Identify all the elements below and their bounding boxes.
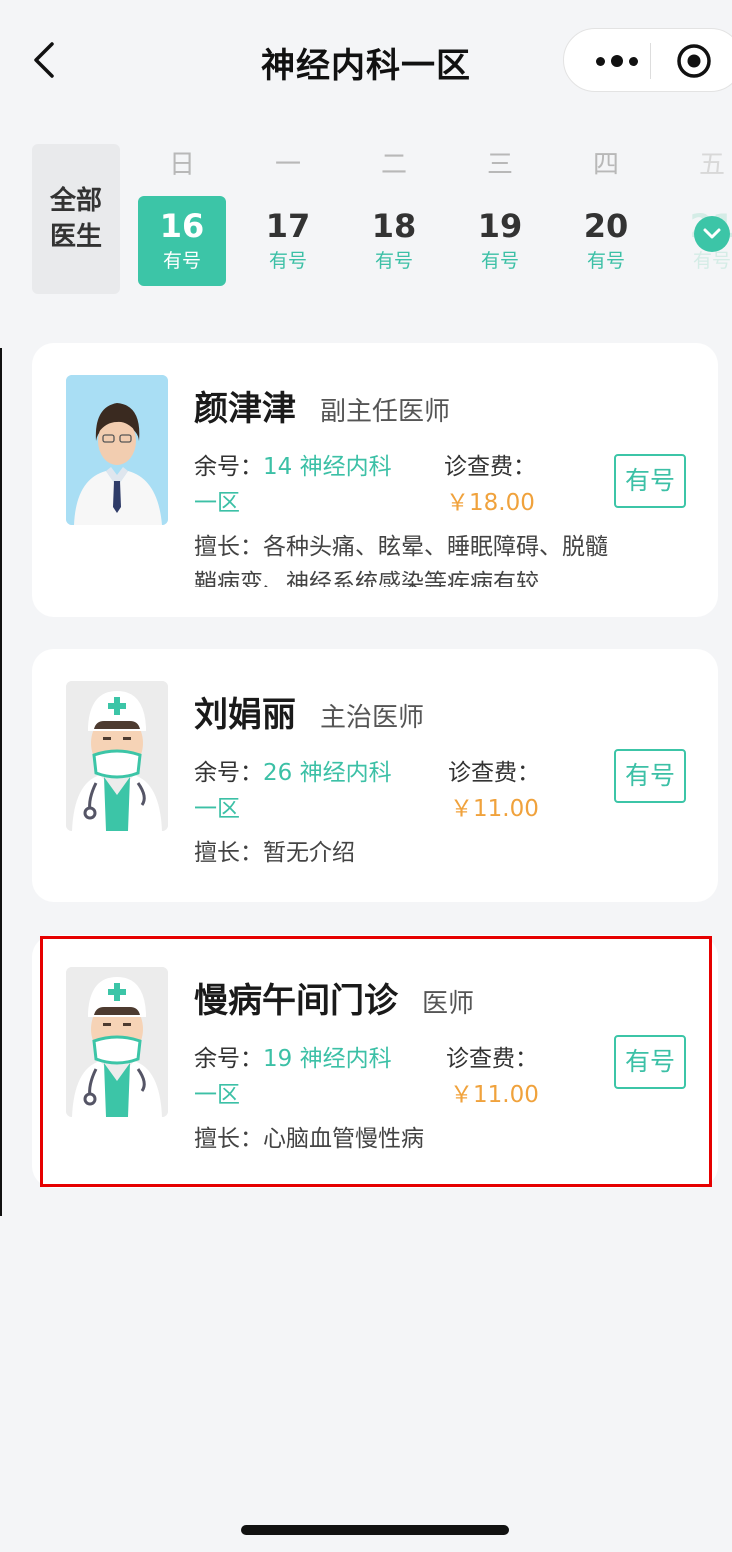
more-button[interactable] [582,45,652,77]
doctor-avatar-icon [66,681,168,831]
department-name-cont: 一区 [194,796,240,822]
target-close-icon [677,44,711,78]
doctor-photo-image [66,375,168,525]
doctor-name-row: 颜津津 副主任医师 [194,381,450,430]
more-dot-icon [611,55,623,67]
chevron-down-icon [703,228,721,239]
date-number: 17 [265,207,311,245]
left-edge-rule [0,348,2,1216]
doctor-card[interactable]: 刘娟丽 主治医师 余号：26 神经内科 一区 诊查费： ￥11.00 有号 擅长：… [32,649,718,902]
weekday-label: 二 [380,150,407,180]
remaining-label: 余号： [194,1046,263,1072]
all-doctors-label: 全部医生 [49,186,102,252]
weekday-label: 四 [592,150,619,180]
date-cell[interactable]: 18 有号 [350,196,438,286]
doctor-card[interactable]: 颜津津 副主任医师 余号：14 神经内科 一区 诊查费： ￥18.00 有号 擅长… [32,343,718,617]
more-dot-icon [629,56,638,66]
doctor-name: 慢病午间门诊 [194,981,398,1021]
doctor-avatar [66,681,168,831]
fee-label: 诊查费： [448,760,540,786]
doctor-specialty: 擅长：心脑血管慢性病 [194,1126,424,1152]
department-name-cont: 一区 [194,1082,240,1108]
availability-button[interactable]: 有号 [614,1035,686,1089]
date-availability: 有号 [586,250,625,272]
doctor-title: 医师 [422,989,475,1019]
date-availability: 有号 [480,250,519,272]
fee-amount: ￥18.00 [446,490,535,516]
doctor-title: 主治医师 [320,703,425,733]
remaining-label: 余号： [194,760,263,786]
date-availability: 有号 [374,250,413,272]
weekday-label: 一 [274,150,301,180]
date-cell[interactable]: 20 有号 [562,196,650,286]
date-availability: 有号 [162,250,201,272]
department-name: 神经内科 [299,760,392,786]
date-availability: 有号 [268,250,307,272]
date-number: 20 [583,207,629,245]
home-indicator [241,1525,509,1535]
doctor-avatar-icon [66,967,168,1117]
date-number: 19 [477,207,523,245]
doctor-name: 颜津津 [194,389,296,429]
department-name-cont: 一区 [194,490,240,516]
doctor-title: 副主任医师 [320,397,451,427]
doctor-card[interactable]: 慢病午间门诊 医师 余号：19 神经内科 一区 诊查费： ￥11.00 有号 擅长… [32,935,718,1188]
remaining-row: 余号：26 神经内科 [194,753,392,787]
doctor-name-row: 慢病午间门诊 医师 [194,973,474,1022]
date-cell-selected[interactable]: 16 有号 [138,196,226,286]
mini-program-capsule [563,28,732,92]
availability-button[interactable]: 有号 [614,749,686,803]
remaining-row: 余号：19 神经内科 [194,1039,392,1073]
weekday-label: 五 [698,150,725,180]
remaining-count: 26 [263,760,293,786]
doctor-avatar [66,967,168,1117]
remaining-label: 余号： [194,454,263,480]
expand-dates-button[interactable] [694,216,730,252]
doctor-name-row: 刘娟丽 主治医师 [194,687,424,736]
department-name: 神经内科 [299,454,392,480]
date-cell[interactable]: 17 有号 [244,196,332,286]
more-dot-icon [596,56,605,66]
date-cell[interactable]: 19 有号 [456,196,544,286]
all-doctors-filter[interactable]: 全部医生 [32,144,120,294]
fee-label: 诊查费： [444,454,536,480]
remaining-count: 14 [263,454,293,480]
weekday-label: 日 [168,150,195,180]
date-number: 18 [371,207,417,245]
doctor-photo [66,375,168,525]
doctor-name: 刘娟丽 [194,695,296,735]
remaining-count: 19 [263,1046,293,1072]
capsule-divider [650,43,651,79]
fee-amount: ￥11.00 [450,796,539,822]
weekday-label: 三 [486,150,513,180]
department-name: 神经内科 [299,1046,392,1072]
doctor-specialty: 擅长：各种头痛、眩晕、睡眠障碍、脱髓鞘病变、神经系统感染等疾病有较 [194,534,608,587]
nav-bar: 神经内科一区 [0,0,732,120]
fee-label: 诊查费： [446,1046,538,1072]
fee-amount: ￥11.00 [450,1082,539,1108]
date-availability: 有号 [692,250,731,272]
close-mini-program-button[interactable] [676,43,712,79]
doctor-specialty: 擅长：暂无介绍 [194,840,355,866]
date-number: 16 [159,207,205,245]
remaining-row: 余号：14 神经内科 [194,447,392,481]
availability-button[interactable]: 有号 [614,454,686,508]
